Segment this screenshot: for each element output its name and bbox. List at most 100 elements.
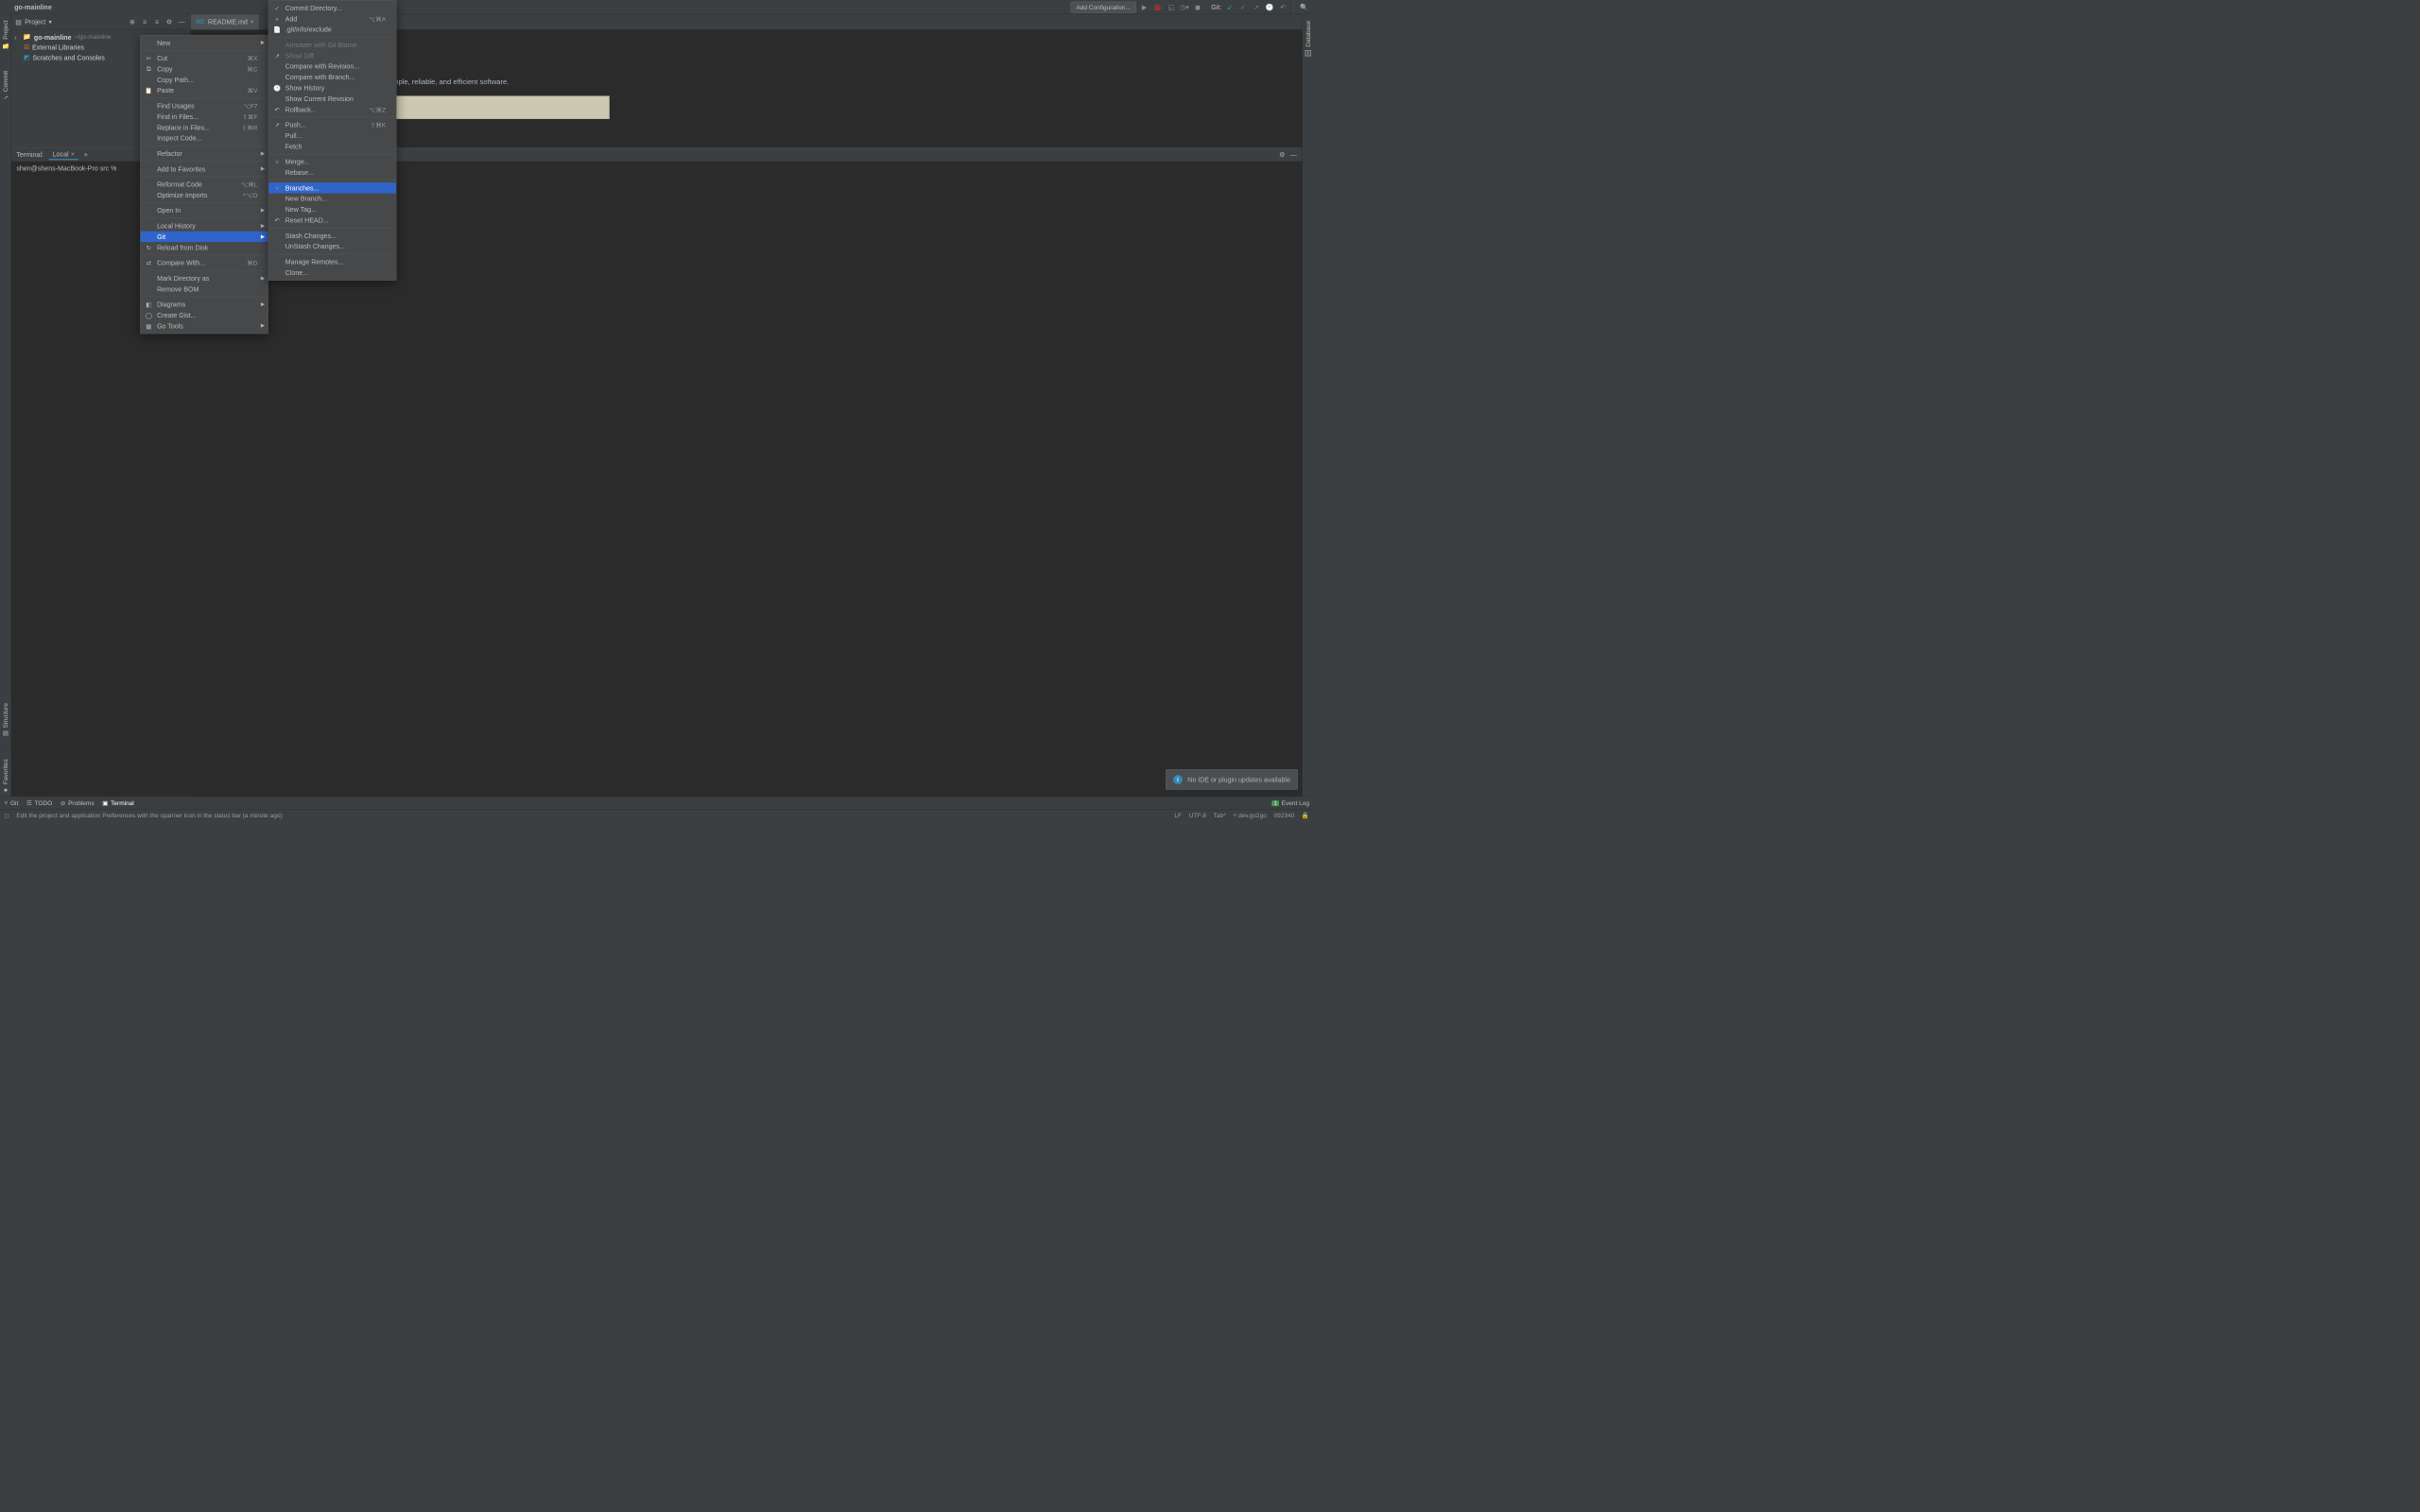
menu-item[interactable]: Inspect Code...: [141, 133, 268, 144]
git-tool[interactable]: ⑂Git: [4, 799, 18, 807]
notification[interactable]: i No IDE or plugin updates available: [1166, 769, 1298, 790]
close-icon[interactable]: ×: [71, 150, 75, 158]
menu-item[interactable]: Open In▶: [141, 205, 268, 215]
menu-item[interactable]: Refactor▶: [141, 148, 268, 159]
add-configuration-button[interactable]: Add Configuration...: [1070, 1, 1136, 12]
chevron-right-icon[interactable]: ›: [14, 33, 21, 41]
menu-item[interactable]: ◯Create Gist...: [141, 310, 268, 320]
menu-item[interactable]: ↶Rollback...⌥⌘Z: [268, 104, 396, 114]
menu-item[interactable]: New Tag...: [268, 204, 396, 215]
context-menu[interactable]: New▶ ✂Cut⌘X⧉Copy⌘CCopy Path...📋Paste⌘V Fin…: [140, 35, 268, 334]
menu-item[interactable]: Mark Directory as▶: [141, 273, 268, 284]
menu-item[interactable]: New Branch...: [268, 194, 396, 204]
menu-item[interactable]: 🕐Show History: [268, 82, 396, 93]
event-log-tool[interactable]: 1 Event Log: [1272, 799, 1309, 807]
menu-item[interactable]: Find in Files...⇧⌘F: [141, 112, 268, 122]
menu-item[interactable]: ✂Cut⌘X: [141, 53, 268, 63]
profile-icon[interactable]: ◷▾: [1180, 2, 1190, 12]
menu-item[interactable]: ↗Show Diff: [268, 50, 396, 60]
lock-icon[interactable]: 🔒: [1302, 812, 1309, 819]
menu-item[interactable]: Pull...: [268, 130, 396, 141]
line-separator[interactable]: LF: [1174, 812, 1182, 819]
menu-item[interactable]: ▦Go Tools▶: [141, 320, 268, 331]
menu-item[interactable]: Compare with Branch...: [268, 72, 396, 82]
menu-item[interactable]: Fetch: [268, 141, 396, 151]
menu-item[interactable]: ✓Commit Directory...: [268, 3, 396, 13]
menu-item[interactable]: ◧Diagrams▶: [141, 299, 268, 309]
debug-icon[interactable]: 🐞: [1152, 2, 1163, 12]
status-icon[interactable]: ◻: [4, 812, 9, 819]
menu-item[interactable]: 📄.git/info/exclude: [268, 25, 396, 35]
git-history-icon[interactable]: 🕐: [1265, 2, 1275, 12]
git-submenu[interactable]: ✓Commit Directory...+Add⌥⌘A📄.git/info/ex…: [268, 0, 397, 281]
stop-icon[interactable]: ◼: [1193, 2, 1203, 12]
indent[interactable]: Tab*: [1214, 812, 1226, 819]
dropdown-icon[interactable]: ▾: [48, 18, 52, 26]
menu-item[interactable]: ↶Reset HEAD...: [268, 215, 396, 225]
menu-item[interactable]: ⑂Merge...: [268, 157, 396, 167]
close-icon[interactable]: ×: [251, 19, 253, 26]
menu-item[interactable]: ⑂Branches...: [268, 182, 396, 193]
gear-icon[interactable]: ⚙: [1279, 150, 1285, 159]
git-push-icon[interactable]: ↗: [1252, 2, 1262, 12]
collapse-icon[interactable]: ≡: [152, 17, 162, 26]
notification-text: No IDE or plugin updates available: [1187, 776, 1290, 783]
todo-tool[interactable]: ☰TODO: [26, 799, 52, 807]
left-gutter: 📁Project ✓Commit ▤Structure ★Favorites: [0, 14, 11, 797]
database-tool-button[interactable]: 🗄Database: [1305, 17, 1312, 60]
menu-item[interactable]: Remove BOM: [141, 284, 268, 294]
minimize-icon[interactable]: —: [177, 17, 186, 26]
run-icon[interactable]: ▶: [1139, 2, 1150, 12]
menu-item[interactable]: New▶: [141, 38, 268, 48]
menu-label: Copy: [157, 65, 172, 73]
git-branch[interactable]: ⑂ dev.go2go: [1233, 812, 1267, 819]
chevron-right-icon: ▶: [261, 223, 265, 229]
git-update-icon[interactable]: ↙: [1224, 2, 1235, 12]
menu-item[interactable]: Optimize Imports^⌥O: [141, 190, 268, 200]
menu-item[interactable]: Replace in Files...⇧⌘R: [141, 122, 268, 132]
menu-item[interactable]: Local History▶: [141, 220, 268, 231]
menu-item[interactable]: Compare with Revision...: [268, 61, 396, 72]
project-panel-title[interactable]: Project: [25, 18, 45, 26]
git-rollback-icon[interactable]: ↶: [1278, 2, 1288, 12]
gear-icon[interactable]: ⚙: [164, 17, 174, 26]
file-encoding[interactable]: UTF-8: [1189, 812, 1206, 819]
menu-item[interactable]: ↗Push...⇧⌘K: [268, 119, 396, 129]
menu-item[interactable]: Find Usages⌥F7: [141, 100, 268, 111]
menu-label: .git/info/exclude: [285, 26, 332, 33]
menu-item[interactable]: ⇄Compare With...⌘D: [141, 257, 268, 267]
coverage-icon[interactable]: ◱: [1166, 2, 1176, 12]
terminal-tool[interactable]: ▣Terminal: [102, 799, 133, 807]
project-tool-button[interactable]: 📁Project: [2, 17, 9, 52]
menu-item[interactable]: ⧉Copy⌘C: [141, 63, 268, 74]
menu-item[interactable]: Rebase...: [268, 167, 396, 178]
terminal-tab-local[interactable]: Local ×: [48, 149, 78, 160]
menu-item[interactable]: 📋Paste⌘V: [141, 85, 268, 95]
menu-item[interactable]: ↻Reload from Disk: [141, 242, 268, 252]
menu-item[interactable]: Add to Favorites▶: [141, 163, 268, 174]
new-terminal-button[interactable]: +: [84, 151, 88, 159]
favorites-tool-button[interactable]: ★Favorites: [2, 756, 9, 797]
commit-tool-button[interactable]: ✓Commit: [2, 68, 9, 105]
structure-tool-button[interactable]: ▤Structure: [2, 700, 9, 741]
menu-item[interactable]: +Add⌥⌘A: [268, 13, 396, 24]
minimize-icon[interactable]: —: [1290, 151, 1297, 159]
menu-item[interactable]: Show Current Revision: [268, 94, 396, 104]
expand-icon[interactable]: ≡: [140, 17, 149, 26]
menu-item[interactable]: Git▶: [141, 232, 268, 242]
root-name: go-mainline: [34, 33, 72, 41]
menu-item[interactable]: Annotate with Git Blame: [268, 40, 396, 50]
git-commit-icon[interactable]: ✓: [1238, 2, 1249, 12]
event-badge: 1: [1272, 800, 1279, 806]
menu-item[interactable]: Manage Remotes...: [268, 256, 396, 266]
tab-readme[interactable]: MD README.md ×: [191, 14, 260, 29]
search-everywhere-icon[interactable]: 🔍: [1299, 2, 1309, 12]
menu-shortcut: ⌥⌘L: [241, 180, 258, 188]
menu-item[interactable]: Stash Changes...: [268, 231, 396, 241]
menu-item[interactable]: Clone...: [268, 267, 396, 278]
menu-item[interactable]: Copy Path...: [141, 75, 268, 85]
locate-icon[interactable]: ⊕: [128, 17, 137, 26]
menu-item[interactable]: Reformat Code⌥⌘L: [141, 179, 268, 189]
menu-item[interactable]: UnStash Changes...: [268, 241, 396, 251]
problems-tool[interactable]: ⊘Problems: [60, 799, 95, 807]
